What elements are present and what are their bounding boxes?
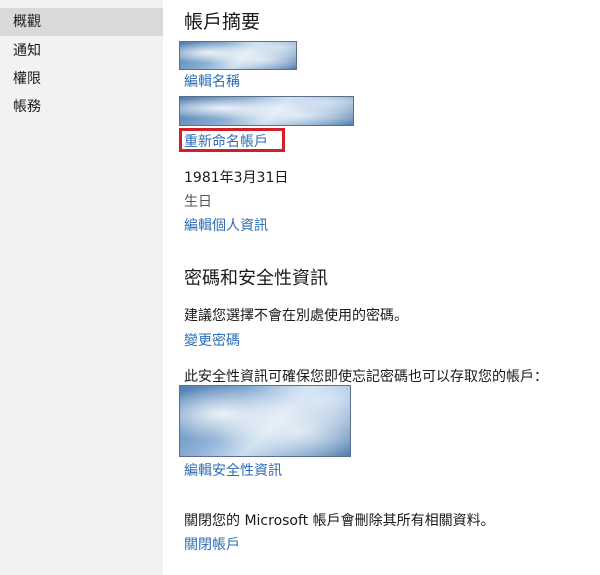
security-section-title: 密碼和安全性資訊 (184, 268, 328, 289)
main-content: 帳戶摘要 編輯名稱 重新命名帳戶 1981年3月31日 生日 編輯個人資訊 密碼… (163, 0, 600, 575)
redacted-account-email (179, 96, 354, 126)
edit-name-link[interactable]: 編輯名稱 (184, 71, 240, 91)
sidebar-item-billing[interactable]: 帳務 (0, 93, 163, 121)
sidebar-item-permissions[interactable]: 權限 (0, 65, 163, 93)
page-title: 帳戶摘要 (184, 11, 261, 33)
birthdate-value: 1981年3月31日 (184, 170, 289, 186)
sidebar: 概觀 通知 權限 帳務 (0, 0, 163, 575)
password-tip-text: 建議您選擇不會在別處使用的密碼。 (184, 308, 408, 324)
edit-security-info-link[interactable]: 編輯安全性資訊 (184, 460, 282, 480)
redacted-security-info (179, 385, 351, 457)
close-account-link[interactable]: 關閉帳戶 (184, 534, 240, 554)
rename-link-highlight-box (179, 128, 285, 152)
close-account-text: 關閉您的 Microsoft 帳戶會刪除其所有相關資料。 (184, 513, 495, 529)
change-password-link[interactable]: 變更密碼 (184, 330, 240, 350)
edit-personal-info-link[interactable]: 編輯個人資訊 (184, 215, 268, 235)
sidebar-item-notifications[interactable]: 通知 (0, 37, 163, 65)
birthdate-label: 生日 (184, 194, 212, 210)
sidebar-item-overview[interactable]: 概觀 (0, 8, 163, 36)
security-info-text: 此安全性資訊可確保您即使忘記密碼也可以存取您的帳戶： (184, 369, 548, 385)
redacted-account-name (179, 41, 297, 70)
